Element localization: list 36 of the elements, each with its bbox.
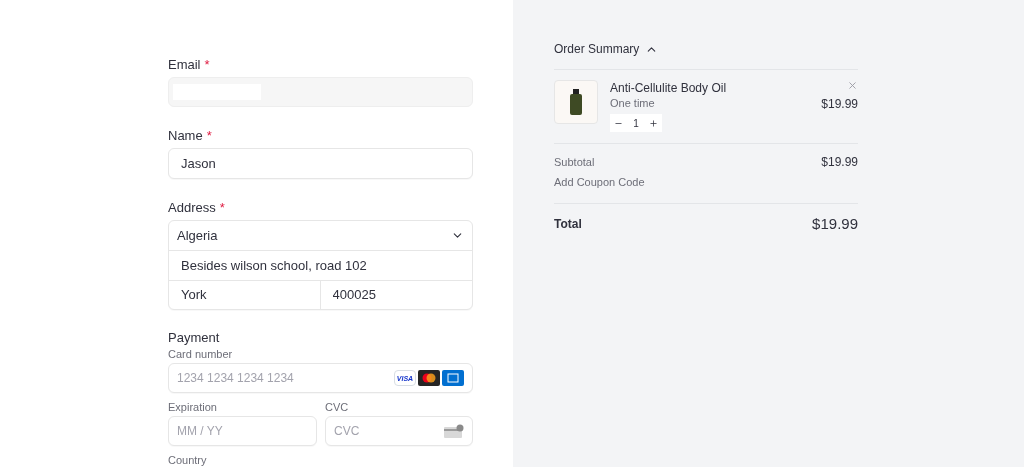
field-label: Address (168, 200, 216, 215)
subtotal-amount: $19.99 (821, 155, 858, 169)
order-summary-toggle[interactable]: Order Summary (554, 42, 659, 56)
total-label: Total (554, 216, 582, 233)
plus-icon[interactable] (649, 118, 658, 128)
item-price: $19.99 (821, 97, 858, 111)
required-mark: * (206, 128, 212, 143)
subtotal-label: Subtotal (554, 155, 595, 169)
required-mark: * (219, 200, 225, 215)
required-mark: * (204, 57, 210, 72)
quantity-stepper[interactable]: 1 (610, 114, 662, 132)
amex-card-icon (442, 370, 464, 386)
postal-code-field[interactable]: 400025 (320, 281, 472, 309)
product-name: Anti-Cellulite Body Oil (610, 81, 728, 96)
purchase-type: One time (610, 96, 656, 110)
add-coupon-link[interactable]: Add Coupon Code (554, 175, 645, 189)
card-back-icon (444, 424, 464, 438)
payment-heading: Payment (168, 330, 221, 345)
cvc-field[interactable]: CVC (325, 416, 473, 446)
name-field[interactable]: Jason (168, 148, 473, 179)
field-label: Country (168, 454, 208, 467)
expiration-field[interactable]: MM / YY (168, 416, 317, 446)
country-select[interactable]: Algeria (169, 221, 472, 251)
card-number-input[interactable]: 1234 1234 1234 1234 (177, 369, 357, 387)
field-label: Card number (168, 348, 234, 361)
address-line-field[interactable]: Besides wilson school, road 102 (169, 251, 472, 281)
total-amount: $19.99 (812, 215, 858, 233)
city-field[interactable]: York (169, 281, 321, 309)
field-label: Expiration (168, 401, 218, 414)
address-fieldset[interactable]: Algeria Besides wilson school, road 102 York 400025 (168, 220, 473, 310)
mastercard-icon (418, 370, 440, 386)
field-label: Name (168, 128, 203, 143)
cvc-input[interactable]: CVC (334, 422, 414, 440)
field-label: CVC (325, 401, 350, 414)
bottle-icon (570, 89, 582, 115)
field-label: Email (168, 57, 201, 72)
